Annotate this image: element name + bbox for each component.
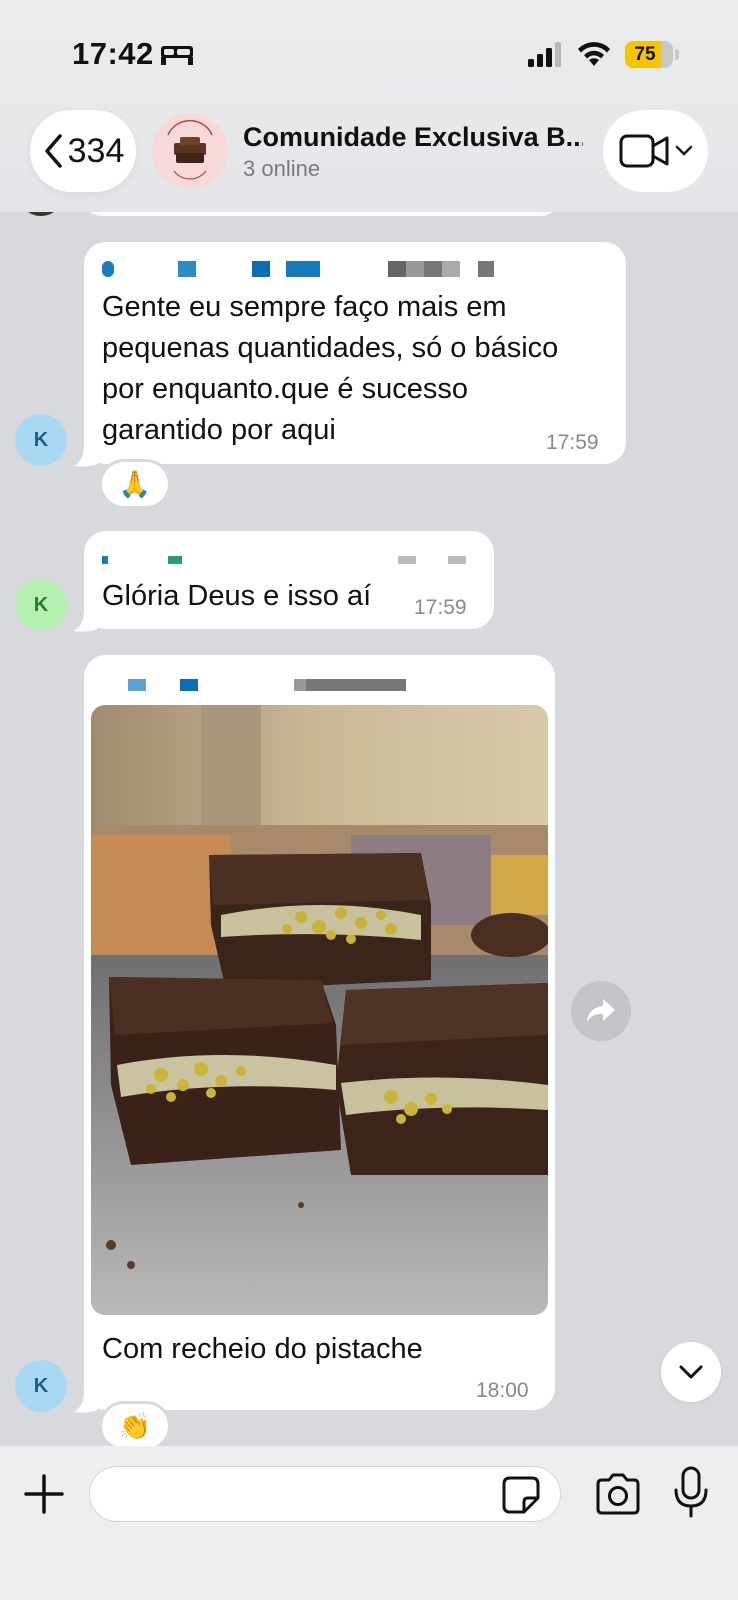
- scroll-to-bottom-button[interactable]: [661, 1342, 721, 1402]
- bubble-tail: [74, 611, 98, 632]
- battery-level: 75: [634, 44, 656, 65]
- pray-emoji-icon: 🙏: [118, 468, 152, 499]
- avatar-initial: K: [33, 593, 49, 616]
- sticker-icon[interactable]: [502, 1476, 540, 1514]
- reaction-badge[interactable]: 👏: [102, 1404, 168, 1448]
- chevron-down-icon: [679, 1365, 703, 1379]
- avatar[interactable]: K: [15, 1360, 67, 1412]
- sender-name-redacted: [128, 679, 406, 691]
- brownie-image: [91, 705, 548, 1315]
- message-time: 17:59: [546, 431, 599, 454]
- share-arrow-icon: [587, 999, 615, 1022]
- camera-icon[interactable]: [594, 1472, 642, 1516]
- wifi-icon: [578, 42, 610, 66]
- message-line: pequenas quantidades, só o básico: [102, 332, 559, 364]
- plus-icon[interactable]: [22, 1472, 66, 1516]
- message-line: por enquanto.que é sucesso: [102, 373, 468, 405]
- message-time: 17:59: [414, 596, 467, 619]
- back-button[interactable]: 334: [30, 110, 136, 192]
- group-avatar[interactable]: [152, 113, 228, 189]
- unread-count: 334: [67, 131, 125, 170]
- brownie-photo[interactable]: [91, 705, 548, 1315]
- brownie-logo-icon: [152, 113, 228, 189]
- message-input[interactable]: [89, 1466, 561, 1522]
- message-bubble[interactable]: Glória Deus e isso aí 17:59: [84, 531, 494, 629]
- message-line: garantido por aqui: [102, 414, 336, 446]
- chevron-down-icon: [675, 145, 692, 156]
- message-text: Gente eu sempre faço mais em pequenas qu…: [102, 287, 558, 451]
- reaction-badge[interactable]: 🙏: [102, 462, 168, 506]
- message-time: 18:00: [476, 1379, 529, 1402]
- avatar[interactable]: K: [15, 579, 67, 631]
- message-bubble[interactable]: Gente eu sempre faço mais em pequenas qu…: [84, 242, 626, 464]
- chat-title[interactable]: Comunidade Exclusiva B...: [243, 122, 583, 153]
- battery-icon: 75: [625, 41, 673, 68]
- clap-emoji-icon: 👏: [118, 1410, 152, 1441]
- microphone-icon[interactable]: [673, 1466, 709, 1518]
- avatar-initial: K: [33, 1374, 49, 1397]
- avatar-initial: K: [33, 428, 49, 451]
- bubble-tail: [74, 446, 98, 467]
- chevron-left-icon: [44, 134, 62, 168]
- bubble-tail: [74, 1392, 98, 1413]
- sender-name-redacted: [102, 556, 466, 564]
- avatar[interactable]: K: [15, 414, 67, 466]
- signal-icon: [528, 42, 561, 67]
- image-caption: Com recheio do pistache: [102, 1333, 423, 1365]
- top-bar: 17:42 75 334 Comunidade Exclusiva B... 3…: [0, 0, 738, 212]
- status-time: 17:42: [72, 36, 154, 71]
- online-status: 3 online: [243, 156, 321, 181]
- message-text: Glória Deus e isso aí: [102, 580, 372, 612]
- battery-nub: [675, 49, 679, 60]
- forward-button[interactable]: [571, 981, 631, 1041]
- bed-icon: [161, 46, 193, 65]
- video-call-button[interactable]: [603, 110, 708, 192]
- message-line: Gente eu sempre faço mais em: [102, 291, 507, 323]
- sender-name-redacted: [102, 261, 494, 277]
- video-camera-icon: [619, 134, 668, 168]
